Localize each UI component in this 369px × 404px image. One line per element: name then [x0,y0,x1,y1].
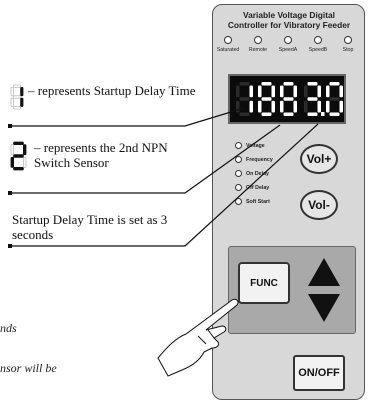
segment-d [13,106,21,110]
segment-d [13,166,24,171]
leader-line-1 [10,107,245,127]
segment-c [22,156,27,168]
hand-pointer-icon [157,298,239,377]
annotation-2 [10,141,28,176]
partial-text-2: nsor will be [0,361,57,375]
segment-e [10,156,14,168]
annotation-2-text: – represents the 2nd NPN Switch Sensor [34,140,168,170]
digit-symbol-1 [10,84,24,110]
segment-e [10,97,14,107]
segment-b [20,87,24,97]
segment-b [22,144,27,156]
segment-g [13,95,21,99]
digit-symbol-2 [10,141,27,171]
segment-a [13,141,24,145]
annotation-1-text: – represents Startup Delay Time [28,83,196,98]
segment-f [10,144,14,156]
leader-end-2 [8,191,12,195]
annotation-overlay [8,107,319,377]
segment-f [10,87,14,97]
annotation-1 [10,84,24,115]
leader-end-3 [8,244,12,248]
segment-a [13,84,21,88]
annotation-3-text: Startup Delay Time is set as 3 seconds [12,212,168,242]
partial-text-1: nds [0,321,17,335]
segment-c [20,97,24,107]
segment-g [13,154,24,158]
leader-end-1 [8,124,12,128]
